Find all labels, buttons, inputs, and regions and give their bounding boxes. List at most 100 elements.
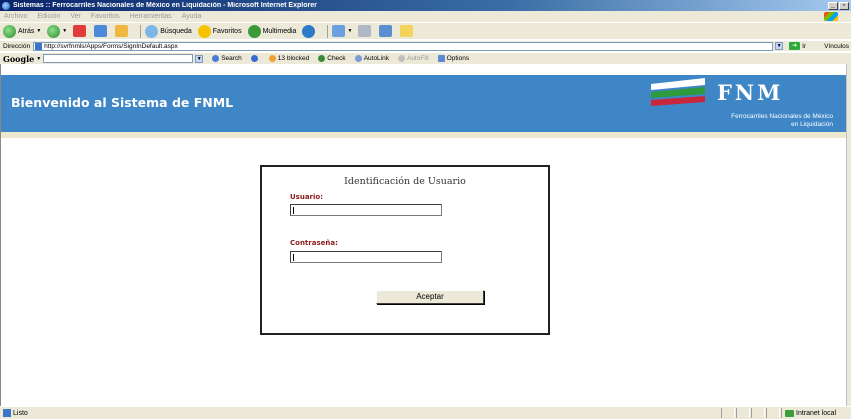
chevron-down-icon: ▼: [62, 28, 68, 34]
mail-button[interactable]: ▼: [332, 25, 352, 37]
go-label: Ir: [802, 42, 807, 50]
search-icon: [145, 24, 159, 38]
status-bar: Listo Intranet local: [0, 406, 851, 419]
home-icon: [115, 25, 129, 37]
intranet-zone-icon: [785, 409, 794, 417]
page-title: Bienvenido al Sistema de FNML: [11, 95, 234, 110]
windows-logo-icon: [824, 12, 838, 21]
forward-arrow-icon: [47, 24, 61, 38]
links-button[interactable]: Vínculos: [824, 43, 849, 50]
go-button[interactable]: ➜ Ir: [789, 42, 806, 50]
options-icon: [437, 55, 445, 62]
back-arrow-icon: [3, 24, 16, 38]
login-form: Identificación de Usuario Usuario: Contr…: [260, 165, 550, 335]
password-label: Contraseña:: [290, 239, 338, 247]
google-search-button[interactable]: Search: [212, 55, 242, 62]
stop-button[interactable]: [73, 25, 88, 37]
chevron-down-icon: ▼: [347, 28, 353, 34]
logo-subtitle-line1: Ferrocarriles Nacionales de México: [731, 113, 833, 120]
multimedia-button[interactable]: Multimedia: [247, 24, 297, 38]
popup-blocked-count: 13 blocked: [277, 55, 310, 62]
menu-herramientas[interactable]: Herramientas: [130, 13, 172, 20]
forward-button[interactable]: ▼: [47, 24, 68, 38]
address-label: Dirección: [3, 42, 31, 50]
print-icon: [358, 25, 372, 37]
google-search-input[interactable]: [43, 54, 194, 63]
address-bar: Dirección http://svrfnmls/Apps/Forms/Sig…: [0, 40, 851, 51]
menu-bar: Archivo Edición Ver Favoritos Herramient…: [0, 11, 851, 22]
autofill-label: AutoFill: [406, 55, 429, 62]
folder-button[interactable]: [400, 25, 415, 37]
history-icon: [302, 24, 316, 38]
refresh-button[interactable]: [94, 25, 109, 37]
text-cursor: [293, 254, 294, 261]
autofill-button[interactable]: AutoFill: [397, 55, 429, 62]
favorites-label: Favoritos: [212, 27, 242, 35]
globe-icon: [250, 55, 258, 62]
options-button[interactable]: Options: [437, 55, 469, 62]
accept-button[interactable]: Aceptar: [376, 290, 484, 304]
status-panel: [721, 408, 735, 418]
edit-button[interactable]: [379, 25, 394, 37]
home-button[interactable]: [115, 25, 130, 37]
logo-subtitle-line2: en Liquidación: [791, 121, 833, 128]
username-input[interactable]: [290, 204, 442, 216]
password-input[interactable]: [290, 251, 442, 263]
standard-toolbar: Atrás ▼ ▼ Búsqueda Favoritos Multimedia …: [0, 22, 851, 39]
chevron-down-icon: ▼: [36, 28, 42, 34]
autofill-icon: [397, 55, 405, 62]
check-label: Check: [327, 55, 346, 62]
back-label: Atrás: [18, 27, 35, 35]
header-banner: Bienvenido al Sistema de FNML FNM Ferroc…: [1, 75, 846, 132]
google-logo[interactable]: Google: [3, 54, 34, 64]
spell-check-button[interactable]: Check: [318, 55, 346, 62]
history-button[interactable]: [302, 24, 317, 38]
search-button[interactable]: Búsqueda: [145, 24, 192, 38]
menu-favoritos[interactable]: Favoritos: [91, 13, 120, 20]
popup-blocker-button[interactable]: 13 blocked: [268, 55, 310, 62]
fnm-logo-text: FNM: [717, 80, 784, 105]
stop-icon: [73, 25, 87, 37]
google-history-dropdown[interactable]: ▼: [195, 54, 204, 63]
favorites-button[interactable]: Favoritos: [197, 24, 242, 38]
menu-ayuda[interactable]: Ayuda: [182, 13, 202, 20]
page-done-icon: [3, 409, 11, 417]
minimize-button[interactable]: _: [828, 1, 838, 10]
menu-archivo[interactable]: Archivo: [4, 13, 27, 20]
page-icon: [35, 42, 43, 50]
menu-edicion[interactable]: Edición: [37, 13, 60, 20]
window-controls: _ ▫: [828, 1, 849, 10]
address-input[interactable]: http://svrfnmls/Apps/Forms/SignInDefault…: [33, 41, 774, 51]
back-button[interactable]: Atrás ▼: [3, 24, 42, 38]
multimedia-label: Multimedia: [262, 27, 297, 35]
refresh-icon: [94, 25, 108, 37]
window-title-bar: Sistemas :: Ferrocarriles Nacionales de …: [0, 0, 851, 11]
window-title: Sistemas :: Ferrocarriles Nacionales de …: [13, 2, 317, 9]
page-content: Bienvenido al Sistema de FNML FNM Ferroc…: [0, 64, 846, 406]
header-divider-strip: [1, 132, 846, 138]
google-news-button[interactable]: [250, 55, 260, 62]
address-dropdown-button[interactable]: ▼: [775, 42, 784, 50]
go-arrow-icon: ➜: [789, 42, 801, 50]
autolink-label: AutoLink: [363, 55, 389, 62]
status-panel: [751, 408, 765, 418]
folder-icon: [400, 25, 414, 37]
mail-icon: [332, 25, 346, 37]
print-button[interactable]: [358, 25, 373, 37]
autolink-button[interactable]: AutoLink: [354, 55, 389, 62]
chevron-down-icon: ▼: [36, 55, 42, 62]
vertical-scrollbar[interactable]: [846, 64, 851, 406]
status-panel: [766, 408, 780, 418]
spell-check-icon: [318, 55, 326, 62]
autolink-icon: [354, 55, 362, 62]
menu-ver[interactable]: Ver: [70, 13, 81, 20]
internet-explorer-icon: [2, 1, 10, 10]
username-label: Usuario:: [290, 193, 324, 201]
star-icon: [197, 24, 211, 38]
multimedia-icon: [247, 24, 261, 38]
status-panel: [736, 408, 750, 418]
google-search-label: Search: [221, 55, 242, 62]
maximize-button[interactable]: ▫: [839, 1, 849, 10]
fnm-logo: FNM Ferrocarriles Nacionales de México e…: [651, 78, 841, 132]
google-toolbar: Google ▼ ▼ Search 13 blocked Check AutoL…: [0, 52, 851, 64]
